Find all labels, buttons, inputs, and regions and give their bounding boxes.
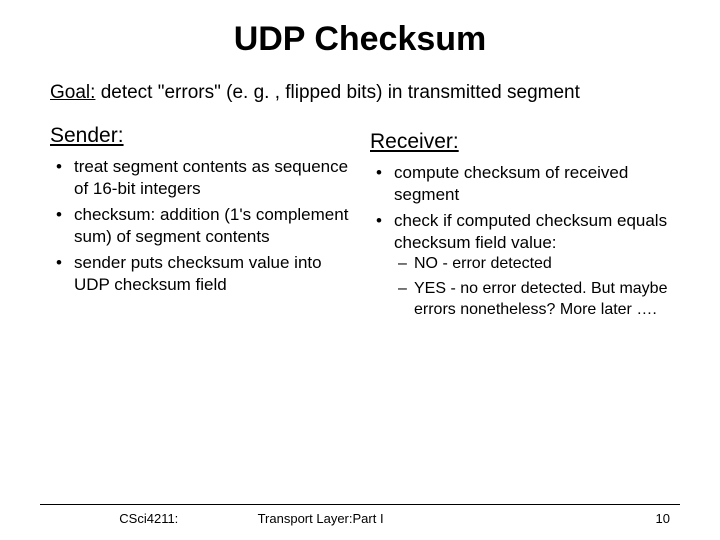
list-item: YES - no error detected. But maybe error… <box>394 279 680 321</box>
receiver-sublist: NO - error detected YES - no error detec… <box>394 254 680 320</box>
list-item-text: check if computed checksum equals checks… <box>394 211 667 252</box>
slide-footer: CSci4211: Transport Layer:Part I 10 <box>0 504 720 526</box>
receiver-heading: Receiver: <box>370 130 680 154</box>
goal-text: detect "errors" (e. g. , flipped bits) i… <box>95 82 579 103</box>
slide-title: UDP Checksum <box>40 20 680 59</box>
list-item: sender puts checksum value into UDP chec… <box>50 252 360 296</box>
sender-heading: Sender: <box>50 124 360 148</box>
sender-column: Sender: treat segment contents as sequen… <box>50 124 360 325</box>
goal-line: Goal: detect "errors" (e. g. , flipped b… <box>40 81 680 106</box>
footer-course: CSci4211: <box>40 511 258 526</box>
footer-row: CSci4211: Transport Layer:Part I 10 <box>40 511 680 526</box>
footer-page-number: 10 <box>526 511 680 526</box>
footer-divider <box>40 504 680 505</box>
receiver-list: compute checksum of received segment che… <box>370 162 680 321</box>
list-item: NO - error detected <box>394 254 680 275</box>
footer-section: Transport Layer:Part I <box>258 511 527 526</box>
receiver-column: Receiver: compute checksum of received s… <box>370 124 680 325</box>
sender-list: treat segment contents as sequence of 16… <box>50 156 360 297</box>
list-item: treat segment contents as sequence of 16… <box>50 156 360 200</box>
list-item: compute checksum of received segment <box>370 162 680 206</box>
goal-label: Goal: <box>50 82 95 103</box>
list-item: check if computed checksum equals checks… <box>370 210 680 321</box>
columns: Sender: treat segment contents as sequen… <box>40 124 680 325</box>
list-item: checksum: addition (1's complement sum) … <box>50 204 360 248</box>
